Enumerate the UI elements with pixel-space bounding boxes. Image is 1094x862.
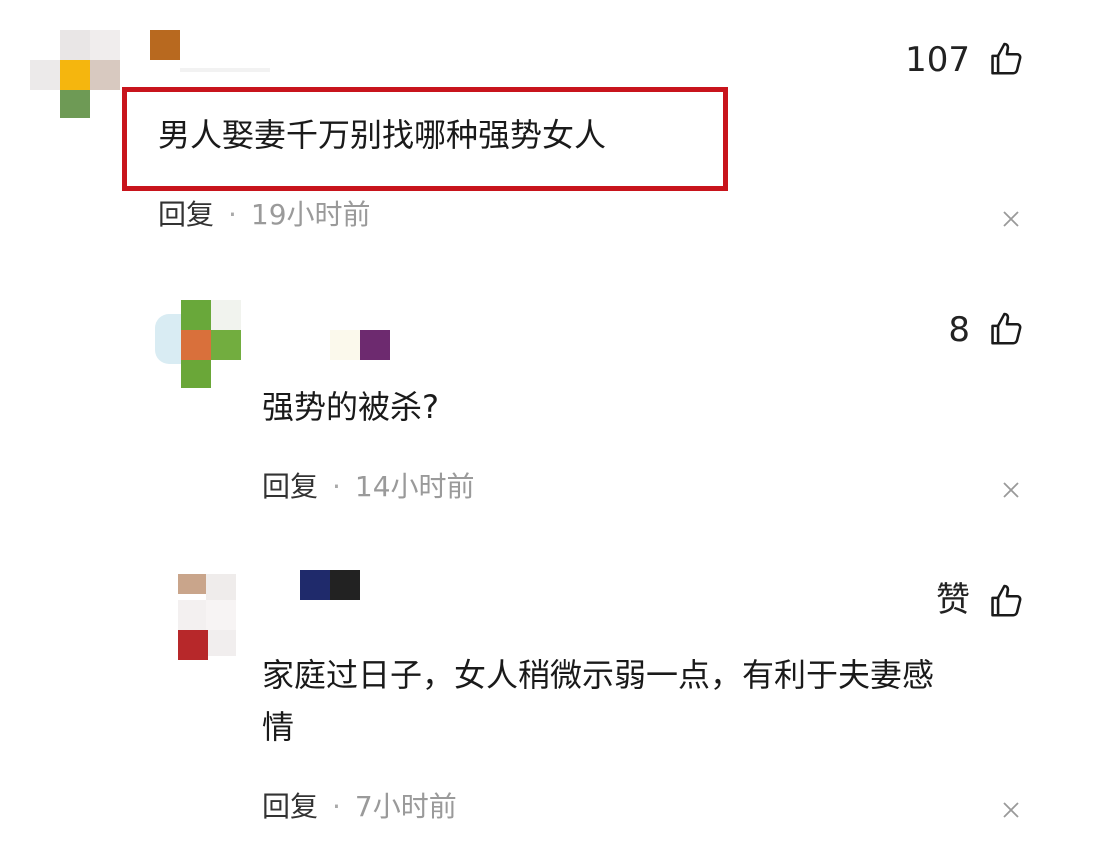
separator-dot: · [332, 790, 341, 823]
like-count: 赞 [936, 580, 970, 620]
timestamp: 19小时前 [250, 198, 371, 231]
like-count: 107 [905, 40, 970, 80]
comment-meta: 回复 · 19小时前 [158, 195, 371, 235]
username[interactable] [330, 330, 390, 360]
like-count: 8 [948, 310, 970, 350]
reply-button[interactable]: 回复 [158, 198, 214, 231]
timestamp: 7小时前 [354, 790, 457, 823]
thumbs-up-icon[interactable] [987, 582, 1025, 620]
close-icon[interactable] [1002, 801, 1020, 819]
username[interactable] [150, 30, 270, 72]
thumbs-up-icon[interactable] [987, 310, 1025, 348]
separator-dot: · [228, 198, 237, 231]
comment-text: 家庭过日子，女人稍微示弱一点，有利于夫妻感 [262, 656, 935, 694]
comment-meta: 回复 · 7小时前 [262, 787, 457, 827]
comment-text: 强势的被杀? [262, 388, 439, 426]
close-icon[interactable] [1002, 210, 1020, 228]
comment-text: 男人娶妻千万别找哪种强势女人 [158, 116, 607, 154]
reply-button[interactable]: 回复 [262, 790, 318, 823]
reply-button[interactable]: 回复 [262, 470, 318, 503]
separator-dot: · [332, 470, 341, 503]
avatar[interactable] [155, 298, 245, 390]
avatar[interactable] [30, 28, 122, 120]
close-icon[interactable] [1002, 481, 1020, 499]
comment-meta: 回复 · 14小时前 [262, 467, 475, 507]
timestamp: 14小时前 [354, 470, 475, 503]
avatar[interactable] [170, 572, 242, 664]
comment-text-continued: 情 [262, 708, 295, 746]
thumbs-up-icon[interactable] [987, 40, 1025, 78]
username[interactable] [300, 570, 360, 600]
